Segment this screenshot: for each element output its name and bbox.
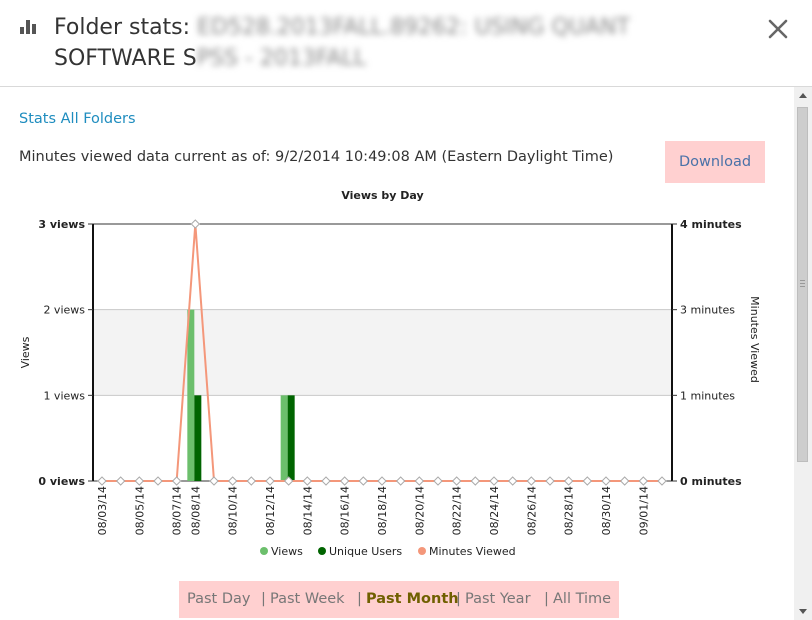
range-past-year[interactable]: Past Year <box>465 581 531 618</box>
minutes-point-marker <box>358 476 369 486</box>
scrollbar-thumb[interactable] <box>797 107 808 462</box>
x-tick-label: 08/12/14 <box>264 486 277 535</box>
grid-band <box>93 309 672 396</box>
x-tick-label: 08/30/14 <box>600 486 613 535</box>
dialog-title: Folder stats: ED528.2013FALL.89262: USIN… <box>54 12 694 74</box>
bar-unique-users <box>287 395 295 481</box>
minutes-point-marker <box>582 476 593 486</box>
minutes-point-marker <box>190 219 201 229</box>
y-axis-title: Views <box>19 336 32 368</box>
minutes-point-marker <box>321 476 331 486</box>
range-separator: | <box>456 591 461 607</box>
minutes-point-marker <box>526 476 537 486</box>
minutes-point-marker <box>563 476 574 486</box>
scroll-down-arrow-icon[interactable] <box>794 602 812 620</box>
bar-views <box>187 309 195 481</box>
minutes-point-marker <box>302 476 313 486</box>
data-current-info: Minutes viewed data current as of: 9/2/2… <box>19 149 614 165</box>
legend-unique-users-swatch <box>318 547 326 555</box>
minutes-point-marker <box>339 476 350 486</box>
y-tick-label: 0 views <box>38 475 85 488</box>
y-tick-label: 3 views <box>38 218 85 231</box>
bar-chart-icon <box>20 20 36 34</box>
minutes-point-marker <box>227 476 238 486</box>
bar-views <box>280 395 288 481</box>
range-separator: | <box>357 591 362 607</box>
x-tick-label: 08/20/14 <box>413 486 426 535</box>
x-tick-label: 08/18/14 <box>376 486 389 535</box>
time-range-selector: Past Day | Past Week | Past Month | Past… <box>179 581 619 618</box>
x-tick-label: 08/08/14 <box>189 486 202 535</box>
minutes-point-marker <box>377 476 387 486</box>
minutes-point-marker <box>470 476 481 486</box>
title-obscured-line2: PSS - 2013FALL <box>196 46 367 71</box>
minutes-point-marker <box>433 476 443 486</box>
minutes-point-marker <box>115 476 126 486</box>
minutes-point-marker <box>657 476 667 486</box>
minutes-point-marker <box>265 476 275 486</box>
range-past-day[interactable]: Past Day <box>187 581 250 618</box>
stats-all-folders-link[interactable]: Stats All Folders <box>19 111 136 127</box>
range-past-month[interactable]: Past Month <box>366 581 459 618</box>
range-all-time[interactable]: All Time <box>553 581 611 618</box>
minutes-point-marker <box>451 476 462 486</box>
title-visible-line2: SOFTWARE S <box>54 46 197 71</box>
minutes-point-marker <box>395 476 406 486</box>
minutes-point-marker <box>97 476 107 486</box>
bar-unique-users <box>194 395 202 481</box>
title-obscured-line1: ED528.2013FALL.89262: USING QUANT <box>197 15 630 40</box>
x-tick-label: 08/14/14 <box>301 486 314 535</box>
minutes-point-marker <box>209 476 219 486</box>
x-tick-label: 09/01/14 <box>637 486 650 535</box>
scroll-up-arrow-icon[interactable] <box>794 87 812 105</box>
y2-tick-label: 4 minutes <box>680 218 742 231</box>
dialog-header: Folder stats: ED528.2013FALL.89262: USIN… <box>0 0 812 87</box>
vertical-scrollbar[interactable] <box>794 87 812 620</box>
legend-views-label: Views <box>271 545 303 558</box>
views-by-day-chart: Views by Day 0 views 1 views 2 views 3 views… <box>19 189 761 558</box>
legend-minutes-viewed-swatch <box>418 547 426 555</box>
x-tick-label: 08/10/14 <box>227 486 240 535</box>
range-separator: | <box>261 591 266 607</box>
legend-unique-users-label: Unique Users <box>329 545 402 558</box>
minutes-point-marker <box>489 476 499 486</box>
minutes-point-marker <box>134 476 145 486</box>
minutes-point-marker <box>601 476 611 486</box>
y2-axis-title: Minutes Viewed <box>748 296 761 383</box>
x-tick-label: 08/16/14 <box>339 486 352 535</box>
y2-tick-label: 3 minutes <box>680 304 735 317</box>
minutes-point-marker <box>153 476 163 486</box>
range-separator: | <box>544 591 549 607</box>
minutes-point-marker <box>507 476 518 486</box>
legend-views-swatch <box>260 547 268 555</box>
x-tick-label: 08/07/14 <box>171 486 184 535</box>
x-tick-label: 08/05/14 <box>133 486 146 535</box>
range-past-week[interactable]: Past Week <box>270 581 345 618</box>
dialog-content: Stats All Folders Minutes viewed data cu… <box>0 87 794 620</box>
y2-tick-label: 0 minutes <box>680 475 742 488</box>
y2-tick-label: 1 minutes <box>680 389 735 402</box>
thumb-grip-line <box>800 283 805 284</box>
x-tick-label: 08/24/14 <box>488 486 501 535</box>
minutes-point-marker <box>545 476 555 486</box>
title-prefix: Folder stats: <box>54 15 198 40</box>
y-tick-label: 2 views <box>43 304 85 317</box>
download-button[interactable]: Download <box>665 141 765 183</box>
x-tick-label: 08/28/14 <box>563 486 576 535</box>
legend-minutes-viewed-label: Minutes Viewed <box>429 545 516 558</box>
y-tick-label: 1 views <box>43 389 85 402</box>
x-tick-label: 08/26/14 <box>525 486 538 535</box>
minutes-point-marker <box>414 476 425 486</box>
x-tick-label: 08/03/14 <box>96 486 109 535</box>
minutes-point-marker <box>246 476 257 486</box>
thumb-grip-line <box>800 286 805 287</box>
minutes-point-marker <box>619 476 630 486</box>
chart-title: Views by Day <box>341 189 423 202</box>
x-tick-label: 08/22/14 <box>451 486 464 535</box>
close-icon[interactable] <box>763 14 793 44</box>
minutes-point-marker <box>171 476 182 486</box>
minutes-point-marker <box>638 476 649 486</box>
thumb-grip-line <box>800 280 805 281</box>
